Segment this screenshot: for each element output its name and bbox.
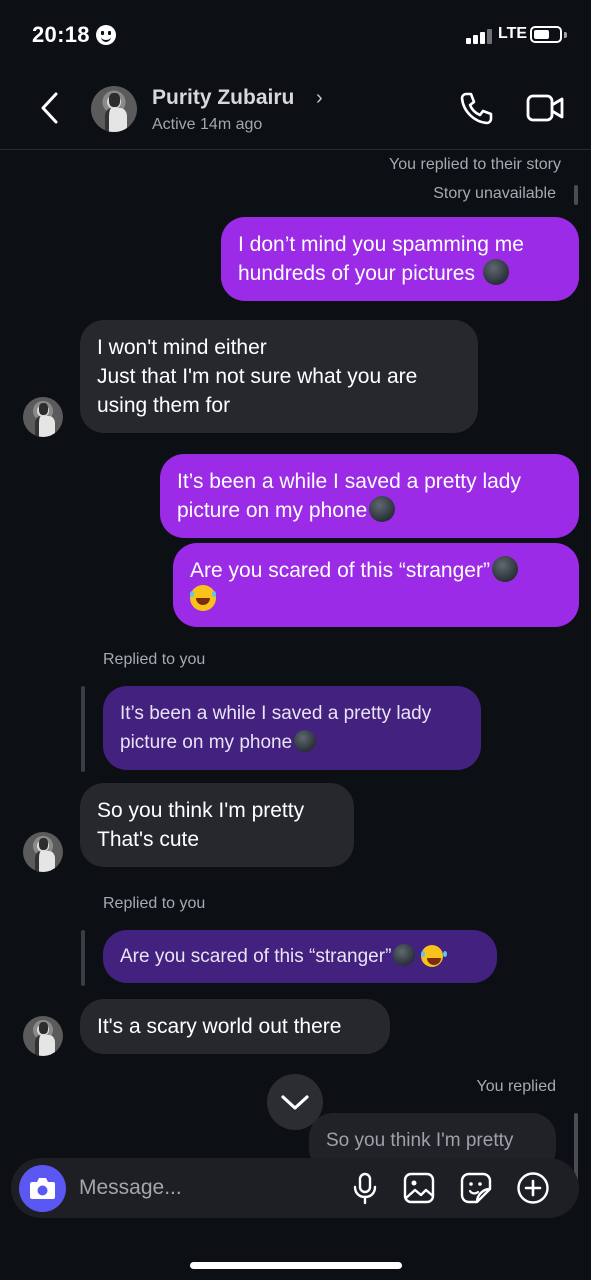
you-replied-label: You replied	[476, 1078, 556, 1095]
message-outgoing[interactable]: I don’t mind you spamming me hundreds of…	[221, 217, 579, 301]
voice-message-button[interactable]	[348, 1171, 382, 1205]
scroll-to-bottom-button[interactable]	[267, 1074, 323, 1130]
chat-header: Purity Zubairu › Active 14m ago	[0, 70, 591, 150]
microphone-icon	[353, 1172, 377, 1205]
contact-name[interactable]: Purity Zubairu	[152, 86, 294, 110]
contact-avatar[interactable]	[91, 86, 137, 132]
network-type: LTE	[498, 25, 528, 42]
status-bar: 20:18 LTE	[0, 0, 591, 70]
video-call-icon	[526, 94, 564, 122]
back-icon	[41, 92, 58, 124]
story-reply-label: You replied to their story	[389, 156, 561, 173]
camera-icon	[30, 1178, 55, 1199]
camera-button[interactable]	[19, 1165, 66, 1212]
new-moon-face-emoji	[491, 556, 518, 582]
story-unavailable-label: Story unavailable	[433, 185, 556, 202]
new-moon-face-emoji	[294, 730, 317, 752]
message-composer	[11, 1158, 579, 1218]
new-moon-face-emoji	[393, 944, 416, 966]
focus-mode-icon	[96, 25, 116, 45]
message-outgoing[interactable]: It’s been a while I saved a pretty lady …	[160, 454, 579, 538]
message-outgoing[interactable]: Are you scared of this “stranger”	[173, 543, 579, 627]
sender-avatar[interactable]	[23, 1016, 63, 1056]
chevron-right-icon[interactable]: ›	[316, 87, 323, 110]
active-status: Active 14m ago	[152, 116, 263, 133]
new-moon-face-emoji	[369, 496, 396, 522]
replied-to-you-label: Replied to you	[103, 651, 206, 668]
laughing-emoji	[420, 945, 443, 967]
sender-avatar[interactable]	[23, 397, 63, 437]
message-input[interactable]	[79, 1170, 329, 1206]
story-reply-bar	[574, 185, 578, 205]
quoted-message[interactable]: It’s been a while I saved a pretty lady …	[103, 686, 481, 770]
new-moon-face-emoji	[482, 259, 509, 285]
add-icon	[517, 1172, 549, 1204]
sticker-icon	[460, 1172, 492, 1204]
quoted-message[interactable]: Are you scared of this “stranger”	[103, 930, 497, 983]
message-incoming[interactable]: So you think I'm pretty That's cute	[80, 783, 354, 867]
laughing-emoji	[190, 585, 216, 611]
battery-icon	[530, 26, 562, 43]
video-call-button[interactable]	[525, 92, 565, 124]
message-incoming[interactable]: It's a scary world out there	[80, 999, 390, 1054]
back-button[interactable]	[36, 90, 66, 126]
sticker-button[interactable]	[459, 1171, 493, 1205]
signal-icon	[466, 28, 494, 44]
gallery-icon	[403, 1172, 435, 1204]
gallery-button[interactable]	[402, 1171, 436, 1205]
message-incoming[interactable]: I won't mind either Just that I'm not su…	[80, 320, 478, 433]
replied-to-you-label: Replied to you	[103, 895, 206, 912]
more-options-button[interactable]	[516, 1171, 550, 1205]
call-icon	[460, 92, 493, 125]
sender-avatar[interactable]	[23, 832, 63, 872]
chevron-down-icon	[281, 1095, 309, 1110]
audio-call-button[interactable]	[458, 90, 494, 126]
message-thread[interactable]: You replied to their story Story unavail…	[0, 150, 591, 1183]
home-indicator[interactable]	[190, 1262, 402, 1269]
status-time: 20:18	[32, 22, 90, 47]
